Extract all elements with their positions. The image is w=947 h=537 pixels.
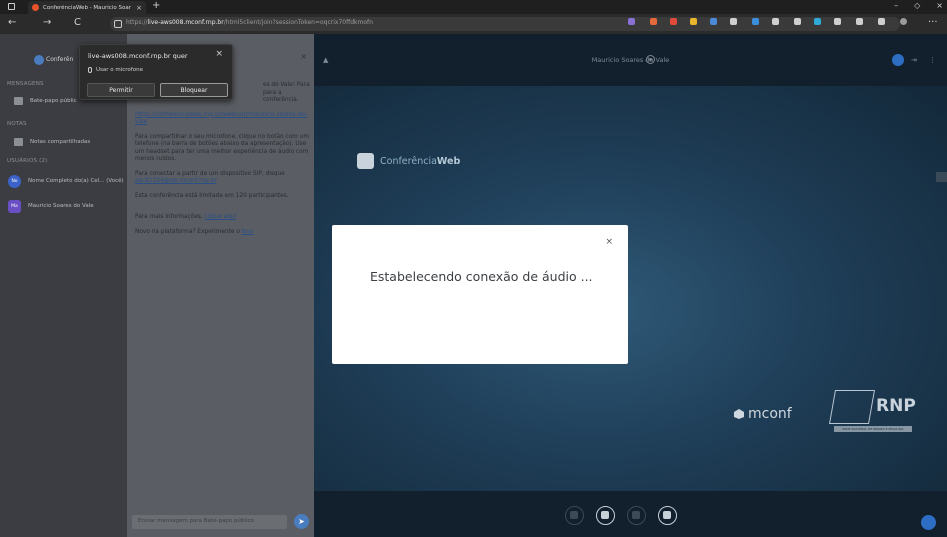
allow-button[interactable]: Permitir bbox=[87, 83, 155, 97]
url-text: https://live-aws008.mconf.rnp.br/html5cl… bbox=[126, 19, 373, 26]
sidebar-brand: Conferên bbox=[46, 56, 74, 63]
options-menu-icon[interactable]: ⋮ bbox=[929, 56, 936, 64]
more-info-link[interactable]: clique aqui bbox=[205, 214, 237, 220]
sip-link[interactable]: sip:81324@sip.mconf.rnp.br bbox=[135, 178, 217, 184]
browser-tab[interactable]: ConferênciaWeb - Mauricio Soar × bbox=[28, 1, 146, 14]
sidebar-item-public-chat[interactable]: Bate-papo públic bbox=[14, 96, 77, 106]
connection-status-icon[interactable] bbox=[892, 54, 904, 66]
rnp-logo: RNP REDE NACIONAL DE ENSINO E PESQUISA bbox=[829, 390, 916, 436]
join-audio-button[interactable] bbox=[596, 506, 615, 525]
collections-icon[interactable] bbox=[878, 18, 885, 25]
camera-icon bbox=[632, 511, 640, 519]
media-controls-bar bbox=[314, 491, 947, 537]
extension-icon[interactable] bbox=[794, 18, 801, 25]
share-webcam-button[interactable] bbox=[627, 506, 646, 525]
forward-button[interactable]: → bbox=[43, 17, 51, 28]
window-menu-icon[interactable] bbox=[8, 3, 15, 10]
screen-share-icon bbox=[663, 511, 671, 519]
notes-icon bbox=[14, 138, 23, 146]
permission-request: Usar o microfone bbox=[88, 67, 143, 73]
extension-icon[interactable] bbox=[730, 18, 737, 25]
extension-icon[interactable] bbox=[710, 18, 717, 25]
user-list-item[interactable]: No Nome Completo do(a) Cel... (Você) bbox=[8, 174, 124, 188]
modal-title: Estabelecendo conexão de áudio ... bbox=[370, 269, 593, 284]
notes-section-title: NOTAS bbox=[7, 121, 27, 127]
conference-topbar: ▲ Mauricio Soares do Vale ⇥ ⋮ bbox=[314, 34, 947, 86]
refresh-icon[interactable] bbox=[834, 18, 841, 25]
tab-favicon-icon bbox=[32, 4, 39, 11]
rnp-mark-icon bbox=[829, 390, 875, 424]
mconf-mark-icon bbox=[734, 409, 744, 419]
back-button[interactable]: ← bbox=[8, 17, 16, 28]
share-screen-button[interactable] bbox=[658, 506, 677, 525]
raise-hand-button[interactable] bbox=[921, 515, 936, 530]
record-indicator-icon[interactable] bbox=[646, 55, 655, 64]
tab-title: ConferênciaWeb - Mauricio Soar bbox=[43, 4, 131, 11]
welcome-message: es do Vale! Para para a conferência. htt… bbox=[135, 82, 310, 235]
browser-tabstrip: ConferênciaWeb - Mauricio Soar × + – ◇ × bbox=[0, 0, 947, 14]
minimize-button[interactable]: – bbox=[894, 1, 898, 10]
chat-icon bbox=[14, 97, 23, 105]
user-list-item[interactable]: Ma Mauricio Soares do Vale bbox=[8, 199, 94, 213]
microphone-permission-popup: live-aws008.mconf.rnp.br quer × Usar o m… bbox=[79, 44, 233, 100]
user-avatar: Ma bbox=[8, 199, 21, 213]
reload-button[interactable]: C bbox=[74, 17, 81, 28]
send-message-button[interactable]: ➤ bbox=[294, 514, 309, 529]
app-root: ConferênciaWeb - Mauricio Soar × + – ◇ ×… bbox=[0, 0, 947, 537]
extension-icon[interactable] bbox=[650, 18, 657, 25]
extension-icon[interactable] bbox=[628, 18, 635, 25]
headphone-icon bbox=[570, 511, 578, 519]
more-menu-button[interactable]: ··· bbox=[928, 17, 938, 28]
extension-icon[interactable] bbox=[690, 18, 697, 25]
audio-connection-modal: × Estabelecendo conexão de áudio ... bbox=[332, 225, 628, 364]
close-chat-button[interactable]: × bbox=[300, 52, 307, 61]
extension-icon[interactable] bbox=[752, 18, 759, 25]
extension-icon[interactable] bbox=[814, 18, 821, 25]
chat-panel: × es do Vale! Para para a conferência. h… bbox=[127, 34, 314, 537]
extension-icon[interactable] bbox=[772, 18, 779, 25]
audio-headphone-button[interactable] bbox=[565, 506, 584, 525]
meeting-title: Mauricio Soares do Vale bbox=[591, 56, 670, 64]
site-info-icon[interactable] bbox=[114, 20, 122, 28]
permission-title: live-aws008.mconf.rnp.br quer bbox=[88, 52, 188, 60]
tab-close-icon[interactable]: × bbox=[136, 4, 142, 12]
favorites-icon[interactable] bbox=[856, 18, 863, 25]
tour-link[interactable]: tour bbox=[242, 229, 254, 235]
extension-icon[interactable] bbox=[670, 18, 677, 25]
close-permission-button[interactable]: × bbox=[215, 49, 223, 59]
close-modal-button[interactable]: × bbox=[605, 237, 613, 247]
mconf-logo: mconf bbox=[734, 406, 792, 422]
new-tab-button[interactable]: + bbox=[152, 0, 160, 11]
browser-navbar: ← → C https://live-aws008.mconf.rnp.br/h… bbox=[0, 14, 947, 34]
conferenciaweb-logo: ConferênciaWeb bbox=[357, 153, 460, 169]
profile-avatar[interactable] bbox=[900, 18, 907, 25]
close-window-button[interactable]: × bbox=[936, 1, 943, 10]
presentation-toggle-button[interactable] bbox=[936, 172, 947, 182]
window-controls: – ◇ × bbox=[894, 1, 943, 10]
users-section-title: USUÁRIOS (2) bbox=[7, 158, 48, 164]
user-avatar: No bbox=[8, 174, 21, 188]
restore-button[interactable]: ◇ bbox=[914, 1, 920, 10]
chat-message-input[interactable]: Enviar mensagem para Bate-papo público bbox=[132, 515, 287, 529]
conferenciaweb-mark-icon bbox=[357, 153, 374, 169]
sidebar-item-shared-notes[interactable]: Notas compartilhadas bbox=[14, 137, 90, 147]
leave-icon[interactable]: ⇥ bbox=[911, 56, 917, 64]
address-bar[interactable]: https://live-aws008.mconf.rnp.br/html5cl… bbox=[110, 17, 900, 31]
conferenciaweb-logo-icon bbox=[34, 55, 44, 65]
microphone-icon bbox=[88, 67, 92, 73]
block-button[interactable]: Bloquear bbox=[160, 83, 228, 97]
messages-section-title: MENSAGENS bbox=[7, 81, 44, 87]
conference-link[interactable]: https://conferenciaweb.rnp.br/webconf/ma… bbox=[135, 112, 307, 126]
user-list-sidebar: Conferên MENSAGENS Bate-papo públic NOTA… bbox=[0, 34, 127, 537]
phone-icon bbox=[601, 511, 609, 519]
